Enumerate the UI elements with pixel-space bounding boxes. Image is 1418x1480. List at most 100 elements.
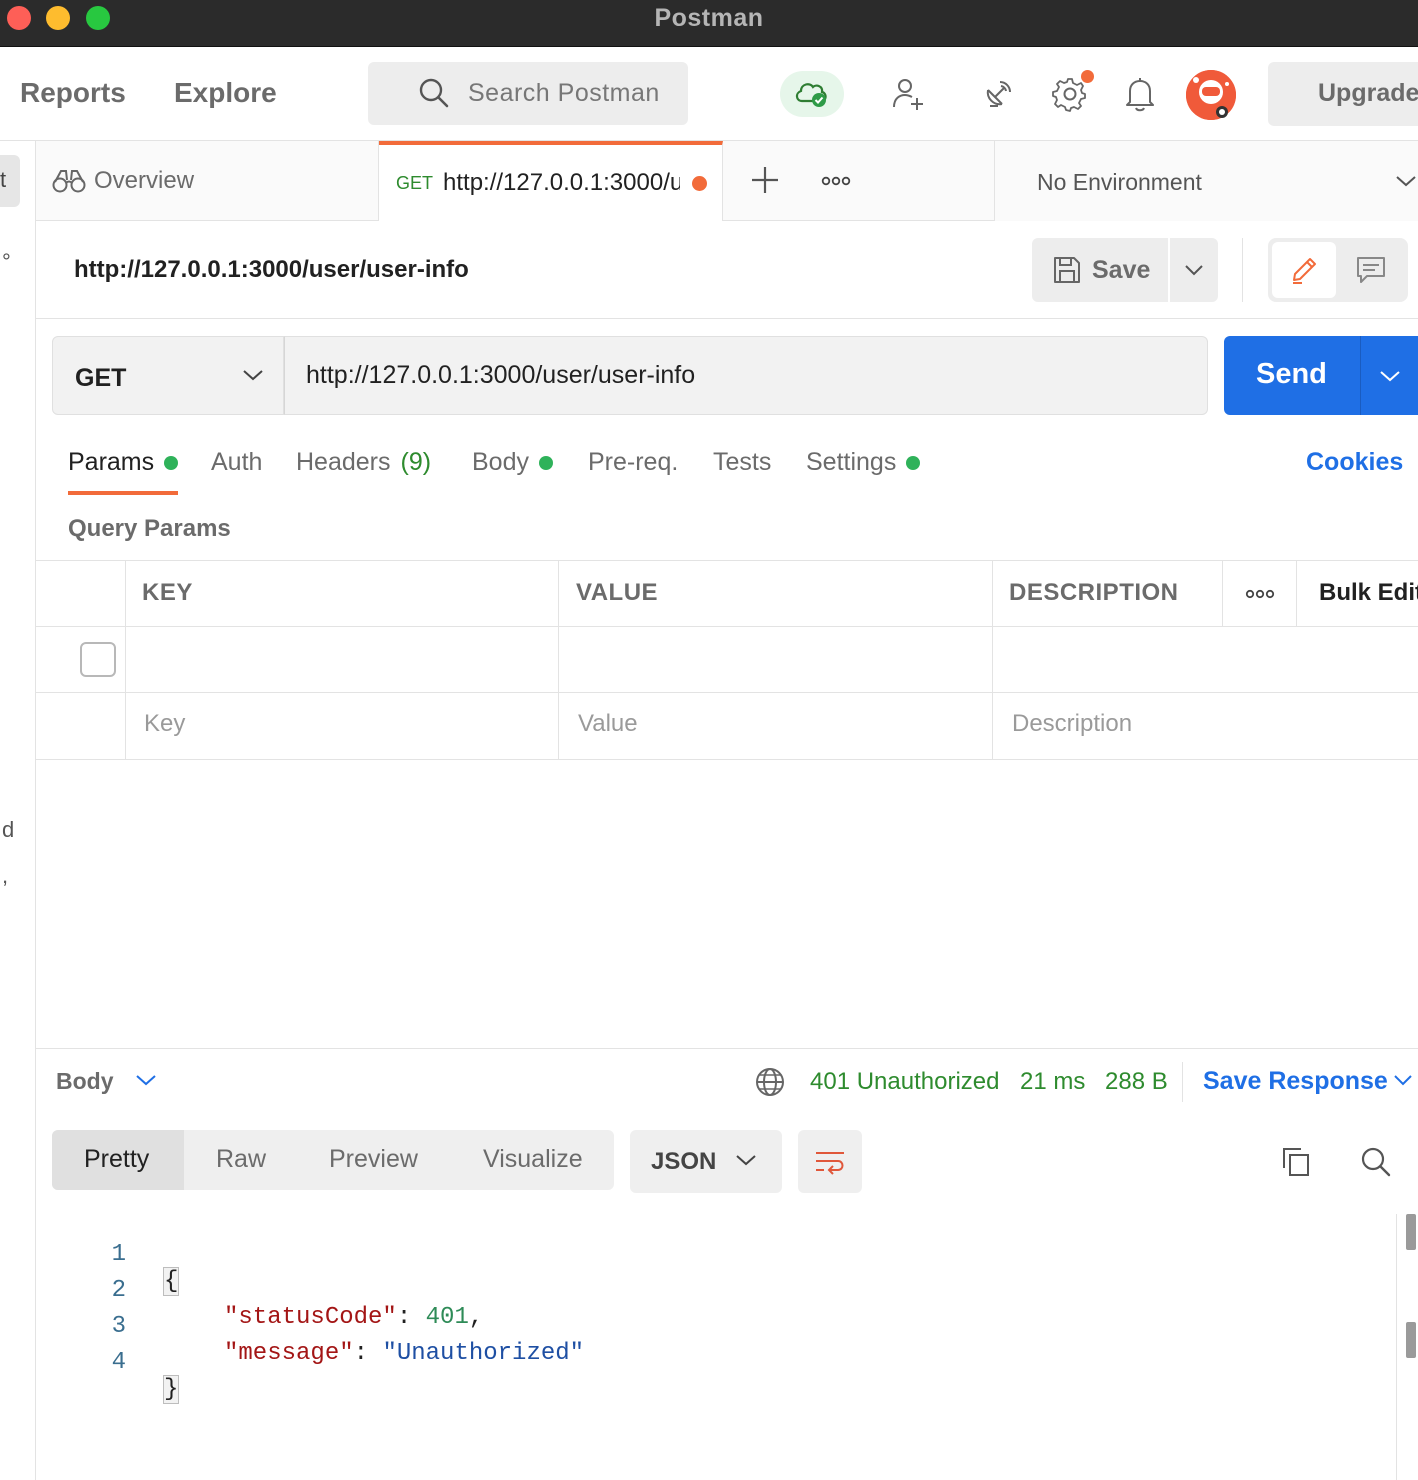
save-response-button[interactable]: Save Response — [1203, 1067, 1388, 1096]
tab-headers-label: Headers — [296, 448, 391, 476]
key-input[interactable]: Key — [144, 710, 185, 738]
json-brace: } — [162, 1375, 180, 1404]
response-view-selector: Pretty Raw Preview Visualize — [52, 1130, 614, 1190]
tab-bar: Overview GET http://127.0.0.1:3000/us No… — [36, 141, 1418, 221]
invite-user-icon — [893, 79, 923, 110]
tab-tests[interactable]: Tests — [713, 448, 771, 477]
response-divider[interactable] — [36, 1048, 1418, 1049]
satellite-icon — [986, 81, 1011, 107]
app-header: Reports Explore Search Postman Upgrade — [0, 47, 1418, 141]
code-line: 2 "statusCode": 401, — [36, 1250, 1396, 1331]
edit-mode-button[interactable] — [1272, 242, 1336, 298]
table-border — [992, 560, 993, 760]
capture-button[interactable] — [976, 47, 1020, 141]
avatar[interactable] — [1186, 70, 1236, 120]
chevron-down-icon — [736, 1155, 756, 1166]
notifications-button[interactable] — [1120, 47, 1160, 141]
new-tab-button[interactable] — [748, 163, 782, 197]
save-options-button[interactable] — [1170, 238, 1218, 302]
query-params-table: KEY VALUE DESCRIPTION Bulk Edit Key Valu… — [36, 560, 1418, 760]
view-preview[interactable]: Preview — [329, 1130, 418, 1190]
value-input[interactable]: Value — [578, 710, 638, 738]
tab-url-label: http://127.0.0.1:3000/us — [443, 169, 681, 196]
save-button[interactable]: Save — [1032, 238, 1168, 302]
bulk-edit-button[interactable]: Bulk Edit — [1319, 579, 1418, 607]
editor-scrollbar-track[interactable] — [1396, 1214, 1397, 1480]
search-icon[interactable] — [1360, 1146, 1392, 1178]
tab-auth[interactable]: Auth — [211, 448, 262, 477]
mode-toggle — [1268, 238, 1408, 302]
code-line: 4 } — [36, 1322, 1396, 1404]
sidebar-text-fragment: d — [2, 817, 15, 842]
tab-params[interactable]: Params — [68, 448, 179, 477]
nav-reports[interactable]: Reports — [20, 77, 126, 109]
settings-button[interactable] — [1048, 47, 1092, 141]
invite-button[interactable] — [886, 47, 930, 141]
cookies-link[interactable]: Cookies — [1306, 448, 1403, 477]
sidebar-tab[interactable]: t — [0, 155, 20, 207]
tab-prereq[interactable]: Pre-req. — [588, 448, 678, 477]
chevron-down-icon[interactable] — [1392, 1071, 1414, 1089]
binoculars-icon — [52, 170, 86, 193]
format-select[interactable]: JSON — [630, 1130, 782, 1193]
copy-icon[interactable] — [1280, 1146, 1312, 1178]
table-border — [36, 626, 1418, 627]
response-status[interactable]: 401 Unauthorized — [810, 1068, 999, 1096]
plus-icon — [752, 167, 778, 193]
tab-body-label: Body — [472, 448, 529, 476]
comments-button[interactable] — [1338, 242, 1404, 298]
tab-headers[interactable]: Headers (9) — [296, 448, 431, 477]
tab-auth-label: Auth — [211, 448, 263, 476]
response-size[interactable]: 288 B — [1105, 1068, 1168, 1096]
tab-options-button[interactable] — [820, 163, 854, 197]
url-input[interactable] — [284, 336, 1208, 415]
tab-params-label: Params — [68, 448, 155, 476]
tab-method-label: GET — [396, 172, 434, 193]
divider — [36, 318, 1418, 319]
chevron-down-icon — [1396, 176, 1416, 187]
scrollbar-marker — [1406, 1322, 1416, 1358]
tab-overview[interactable]: Overview — [36, 141, 379, 221]
settings-update-badge — [1081, 70, 1094, 83]
search-input[interactable]: Search Postman — [368, 62, 688, 125]
response-time[interactable]: 21 ms — [1020, 1068, 1085, 1096]
request-name[interactable]: http://127.0.0.1:3000/user/user-info — [74, 256, 469, 284]
wrap-lines-icon — [816, 1151, 844, 1175]
method-select[interactable]: GET — [52, 336, 284, 415]
view-visualize[interactable]: Visualize — [483, 1130, 583, 1190]
more-horizontal-icon[interactable] — [1244, 582, 1276, 606]
upgrade-button[interactable]: Upgrade — [1268, 62, 1418, 126]
pencil-icon — [1293, 258, 1316, 284]
title-bar: Postman — [0, 0, 1418, 47]
table-border — [36, 560, 1418, 561]
param-checkbox[interactable] — [80, 642, 116, 677]
line-number: 4 — [111, 1349, 126, 1376]
description-input[interactable]: Description — [1012, 710, 1132, 738]
sidebar-text-fragment: , — [2, 863, 9, 888]
tab-prereq-label: Pre-req. — [588, 448, 679, 476]
column-header-description: DESCRIPTION — [1009, 579, 1179, 606]
tab-request[interactable]: GET http://127.0.0.1:3000/us — [379, 141, 723, 221]
notification-bell-icon — [1126, 78, 1154, 112]
environment-select[interactable]: No Environment — [994, 141, 1418, 221]
divider — [1182, 1062, 1183, 1102]
cloud-sync-button[interactable] — [780, 71, 844, 117]
response-body-label[interactable]: Body — [56, 1068, 114, 1095]
view-pretty[interactable]: Pretty — [52, 1130, 184, 1190]
astronaut-avatar-icon — [1186, 70, 1236, 120]
method-value: GET — [75, 364, 127, 392]
chevron-down-icon[interactable] — [134, 1070, 158, 1090]
column-header-value: VALUE — [576, 579, 659, 606]
response-body-editor[interactable]: 1 { 2 "statusCode": 401, 3 "message": "U… — [36, 1214, 1396, 1480]
send-options-button[interactable] — [1360, 336, 1418, 415]
tab-body[interactable]: Body — [472, 448, 553, 477]
view-raw[interactable]: Raw — [216, 1130, 266, 1190]
scrollbar-marker — [1406, 1214, 1416, 1250]
nav-explore[interactable]: Explore — [174, 77, 277, 109]
wrap-lines-button[interactable] — [798, 1130, 862, 1193]
globe-icon[interactable] — [754, 1066, 786, 1098]
sidebar-collapsed: t ° d , — [0, 141, 36, 1480]
table-border — [36, 759, 1418, 760]
send-button[interactable]: Send — [1224, 336, 1360, 415]
tab-settings[interactable]: Settings — [806, 448, 921, 477]
